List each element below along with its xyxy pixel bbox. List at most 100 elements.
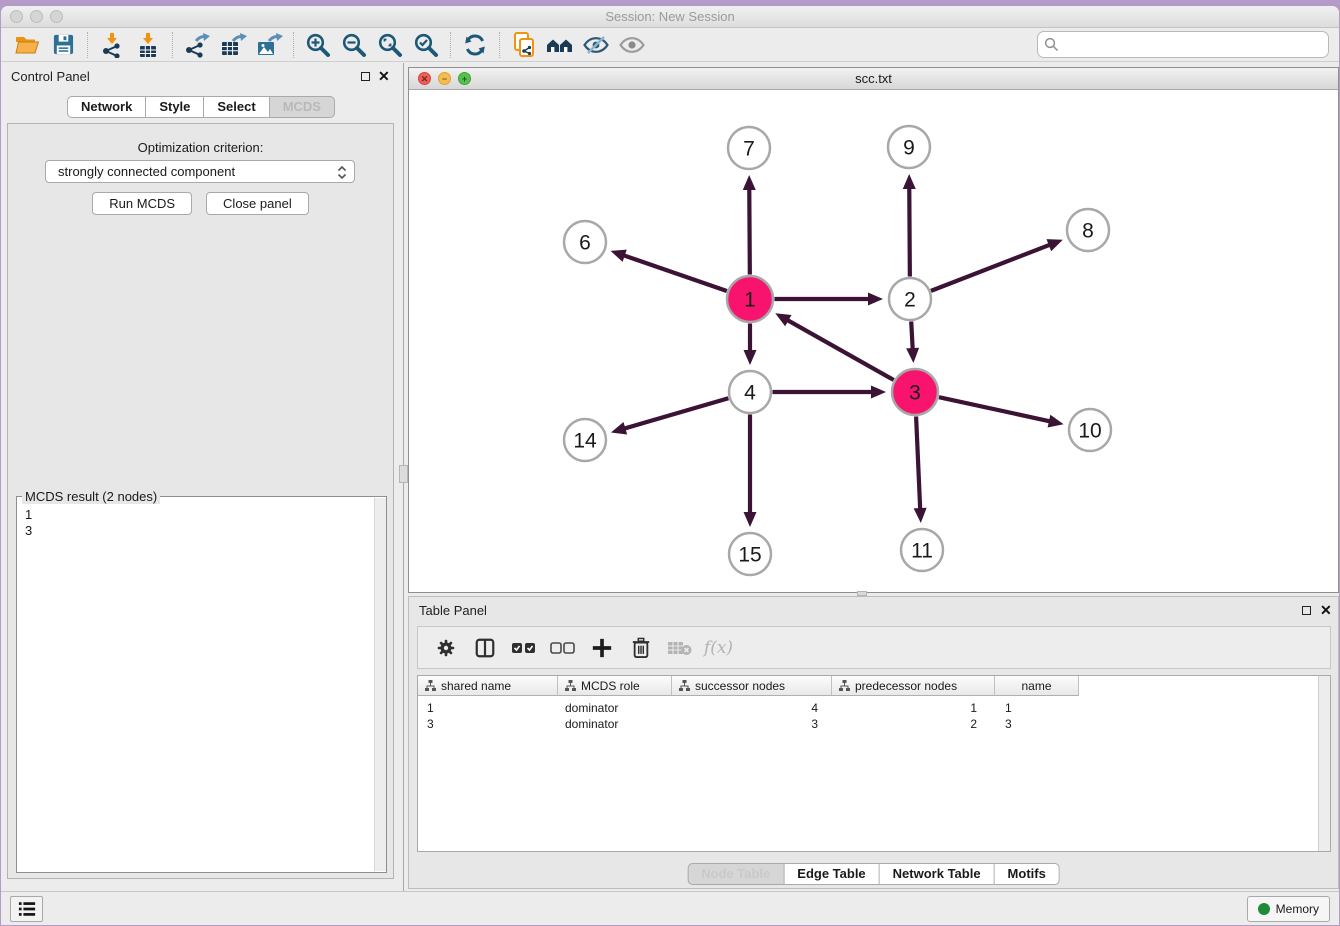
tab-network[interactable]: Network xyxy=(67,96,146,118)
column-header[interactable]: successor nodes xyxy=(672,676,832,696)
network-minimize-button[interactable]: − xyxy=(438,72,451,85)
graph-edge[interactable] xyxy=(623,398,728,429)
toggle-panels-icon[interactable] xyxy=(467,632,502,664)
criterion-select[interactable]: strongly connected component xyxy=(45,160,355,183)
zoom-fit-icon[interactable] xyxy=(372,30,408,60)
window-zoom-button[interactable] xyxy=(50,10,63,23)
memory-status-icon xyxy=(1258,903,1270,915)
window-close-button[interactable] xyxy=(10,10,23,23)
tab-select[interactable]: Select xyxy=(204,96,269,118)
float-panel-icon[interactable] xyxy=(361,72,370,81)
tab-style[interactable]: Style xyxy=(146,96,204,118)
refresh-icon[interactable] xyxy=(457,30,493,60)
table-row[interactable]: 3dominator323 xyxy=(418,716,1330,732)
close-panel-icon[interactable]: ✕ xyxy=(378,68,390,85)
graph-node-label: 4 xyxy=(744,382,756,405)
toolbar-separator xyxy=(450,32,451,58)
table-cell[interactable]: 3 xyxy=(418,716,558,732)
toolbar-separator xyxy=(293,32,294,58)
hide-selected-eye-icon[interactable] xyxy=(578,30,614,60)
import-table-icon[interactable] xyxy=(130,30,166,60)
run-mcds-button[interactable]: Run MCDS xyxy=(92,192,192,215)
table-cell[interactable]: 3 xyxy=(995,716,1079,732)
toolbar-separator xyxy=(172,32,173,58)
export-network-icon[interactable] xyxy=(179,30,215,60)
zoom-in-icon[interactable] xyxy=(300,30,336,60)
memory-button[interactable]: Memory xyxy=(1247,896,1330,922)
application-window: Session: New Session xyxy=(1,6,1339,925)
select-all-columns-icon[interactable] xyxy=(506,632,541,664)
network-canvas[interactable]: 7968124314101511 xyxy=(409,90,1338,592)
network-close-button[interactable]: ✕ xyxy=(418,72,431,85)
window-minimize-button[interactable] xyxy=(30,10,43,23)
column-type-icon xyxy=(565,680,576,691)
zoom-selected-icon[interactable] xyxy=(408,30,444,60)
graph-edge[interactable] xyxy=(911,321,913,350)
graph-edge-arrowhead xyxy=(914,508,927,523)
tab-edge-table[interactable]: Edge Table xyxy=(784,863,879,885)
search-input[interactable] xyxy=(1037,31,1329,58)
table-scrollbar[interactable] xyxy=(1318,676,1330,851)
graph-edge[interactable] xyxy=(939,397,1051,421)
table-cell[interactable]: 1 xyxy=(995,700,1079,716)
task-list-icon xyxy=(18,901,36,917)
close-panel-button[interactable]: Close panel xyxy=(206,192,309,215)
graph-edge-arrowhead xyxy=(903,174,916,189)
table-cell[interactable]: 4 xyxy=(672,700,832,716)
first-neighbors-icon[interactable] xyxy=(506,30,542,60)
export-image-icon[interactable] xyxy=(251,30,287,60)
table-body: 1dominator4113dominator323 xyxy=(418,696,1330,732)
save-icon[interactable] xyxy=(45,30,81,60)
table-cell[interactable]: 3 xyxy=(672,716,832,732)
optimization-criterion-label: Optimization criterion: xyxy=(8,140,393,155)
tab-network-table[interactable]: Network Table xyxy=(880,863,995,885)
column-header[interactable]: name xyxy=(995,676,1079,696)
export-table-icon[interactable] xyxy=(215,30,251,60)
table-cell[interactable]: 1 xyxy=(418,700,558,716)
graph-edge[interactable] xyxy=(623,255,727,291)
vertical-splitter-handle[interactable] xyxy=(399,465,408,483)
control-panel: Control Panel ✕ Network Style Select MCD… xyxy=(1,63,401,891)
select-chevrons-icon xyxy=(336,164,348,181)
graph-edge-arrowhead xyxy=(868,293,883,306)
zoom-out-icon[interactable] xyxy=(336,30,372,60)
tab-motifs[interactable]: Motifs xyxy=(995,863,1060,885)
close-table-panel-icon[interactable]: ✕ xyxy=(1320,602,1332,619)
network-window-titlebar: ✕ − + scc.txt xyxy=(409,68,1338,90)
graph-node-label: 7 xyxy=(743,138,755,161)
column-header[interactable]: MCDS role xyxy=(558,676,672,696)
graph-edge[interactable] xyxy=(787,320,894,380)
network-window-title: scc.txt xyxy=(409,68,1338,89)
graph-node-label: 9 xyxy=(903,137,915,160)
column-header[interactable]: predecessor nodes xyxy=(832,676,995,696)
delete-column-trash-icon[interactable] xyxy=(623,632,658,664)
deselect-all-columns-icon[interactable] xyxy=(545,632,580,664)
import-network-icon[interactable] xyxy=(94,30,130,60)
table-toolbar: f(x) xyxy=(417,626,1331,669)
show-all-eye-icon[interactable] xyxy=(614,30,650,60)
table-cell[interactable]: 1 xyxy=(832,700,995,716)
main-toolbar xyxy=(1,28,1339,62)
network-maximize-button[interactable]: + xyxy=(458,72,471,85)
tab-mcds[interactable]: MCDS xyxy=(270,96,335,118)
table-row[interactable]: 1dominator411 xyxy=(418,700,1330,716)
table-cell[interactable]: dominator xyxy=(558,716,672,732)
add-column-icon[interactable] xyxy=(584,632,619,664)
table-panel-title: Table Panel xyxy=(419,603,487,618)
table-settings-gear-icon[interactable] xyxy=(428,632,463,664)
table-cell[interactable]: dominator xyxy=(558,700,672,716)
graph-edge[interactable] xyxy=(916,416,920,510)
result-scrollbar[interactable] xyxy=(374,498,386,871)
homes-icon[interactable] xyxy=(542,30,578,60)
table-cell[interactable]: 2 xyxy=(832,716,995,732)
graph-node-label: 1 xyxy=(744,289,756,312)
graph-edge[interactable] xyxy=(931,244,1051,290)
task-history-button[interactable] xyxy=(10,896,43,922)
tab-node-table[interactable]: Node Table xyxy=(687,863,784,885)
graph-edge[interactable] xyxy=(749,188,750,275)
network-view-window: ✕ − + scc.txt 7968124314101511 xyxy=(408,67,1339,593)
float-table-panel-icon[interactable] xyxy=(1302,606,1311,615)
open-file-icon[interactable] xyxy=(9,30,45,60)
column-header[interactable]: shared name xyxy=(418,676,558,696)
graph-edge[interactable] xyxy=(909,187,910,277)
